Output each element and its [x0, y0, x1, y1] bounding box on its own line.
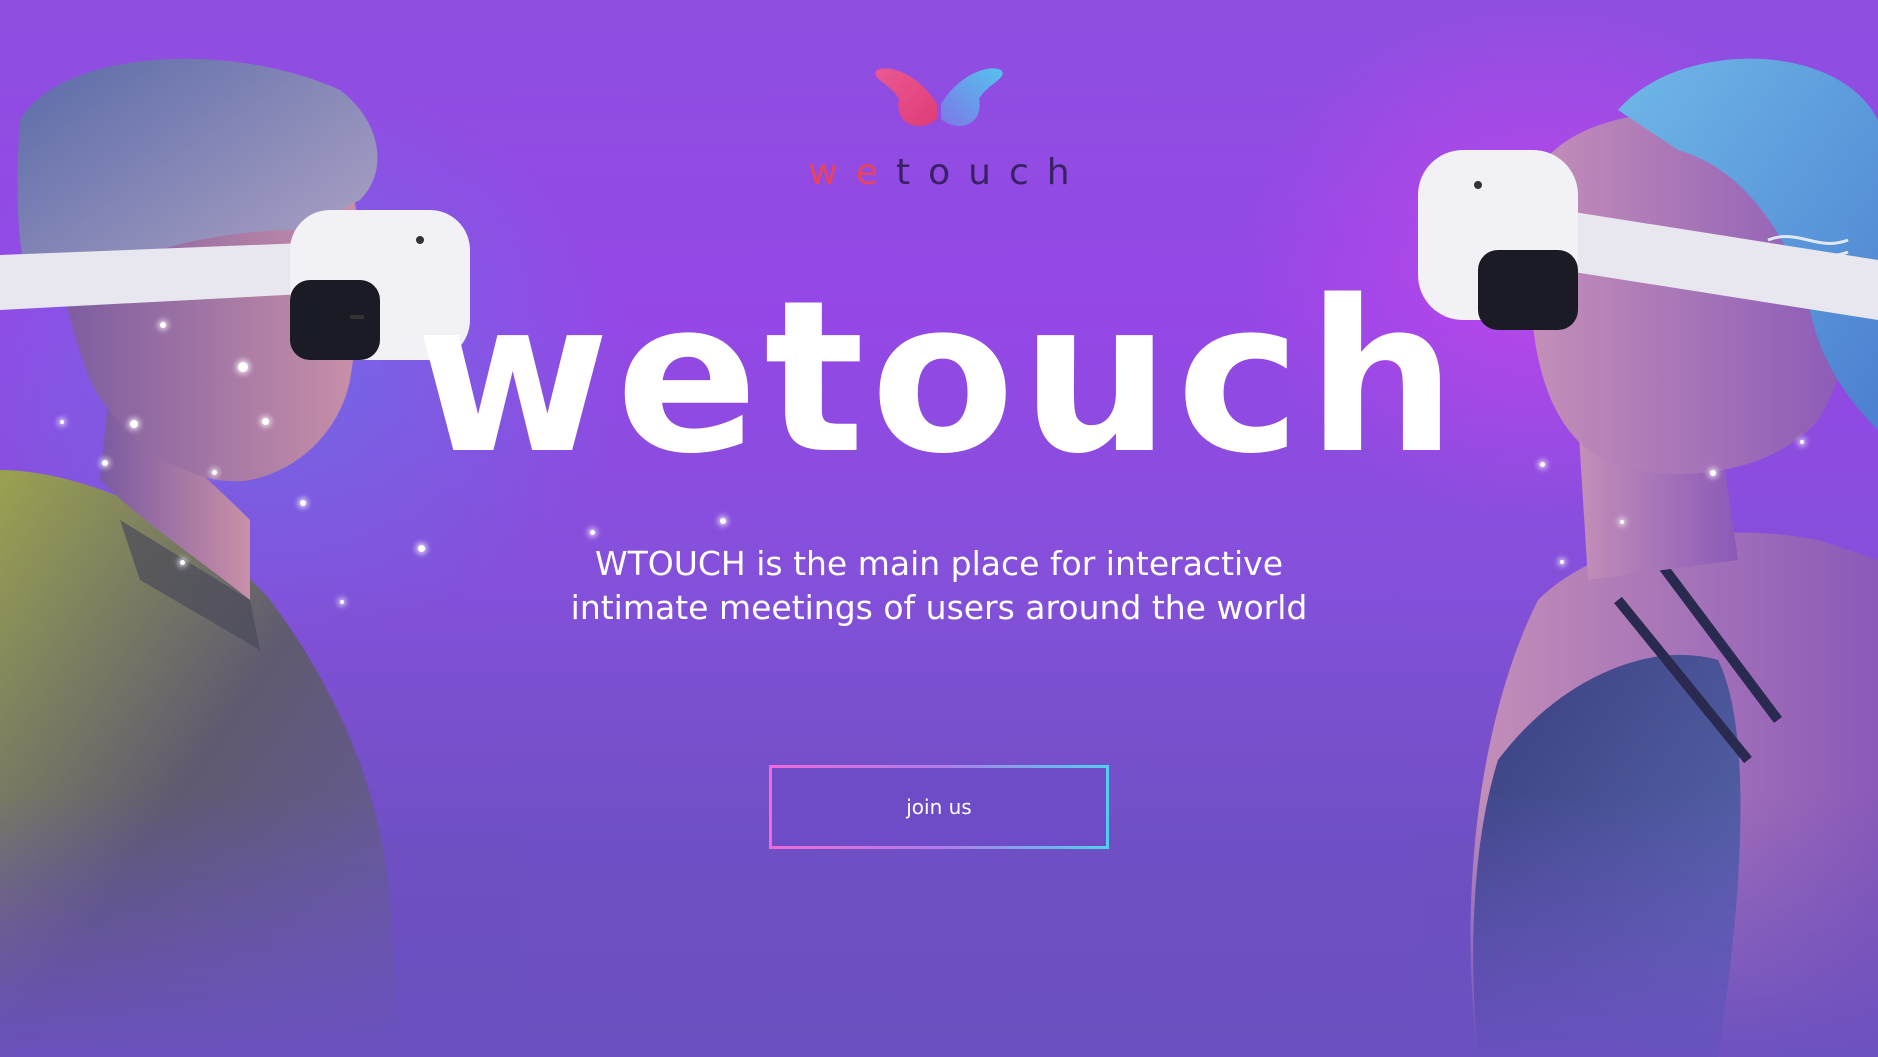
hero-subtitle-line1: WTOUCH is the main place for interactive	[594, 544, 1284, 583]
sparkle	[1620, 520, 1624, 524]
sparkle	[590, 530, 595, 535]
logo-we: we	[808, 152, 896, 193]
sparkle	[300, 500, 306, 506]
vr-man-figure	[0, 0, 520, 1057]
hero-subtitle-line2: intimate meetings of users around the wo…	[570, 588, 1308, 627]
hero-subtitle: WTOUCH is the main place for interactive…	[0, 542, 1878, 630]
sparkle	[720, 518, 726, 524]
hero-title: wetouch	[415, 255, 1463, 500]
vr-woman-figure	[1418, 0, 1878, 1057]
logo-wordmark: wetouch	[759, 152, 1119, 193]
join-us-button[interactable]: join us	[769, 765, 1109, 849]
logo-touch: touch	[896, 152, 1088, 193]
butterfly-logo-icon	[875, 68, 1003, 127]
landing-page: wetouch wetouch WTOUCH is the main place…	[0, 0, 1878, 1057]
brand-logo[interactable]: wetouch	[759, 64, 1119, 193]
